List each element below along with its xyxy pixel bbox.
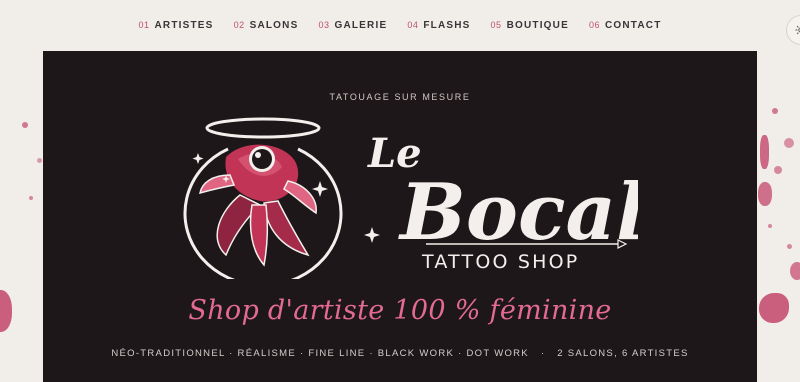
ink-drop-decoration <box>759 293 789 323</box>
nav-item-contact[interactable]: 06 CONTACT <box>589 20 662 31</box>
separator: · <box>536 348 550 359</box>
nav-number: 06 <box>588 19 600 30</box>
nav-label: GALERIE <box>334 19 388 31</box>
hero-eyebrow: TATOUAGE SUR MESURE <box>329 92 471 102</box>
ink-drop-decoration <box>784 138 794 148</box>
ink-drop-decoration <box>774 166 782 174</box>
main-nav: 01 ARTISTES 02 SALONS 03 GALERIE 04 FLAS… <box>0 0 800 50</box>
hero-banner: TATOUAGE SUR MESURE Le Bocal TATTOO SHOP… <box>43 51 757 382</box>
goldfish-bowl-icon <box>183 117 380 279</box>
nav-item-boutique[interactable]: 05 BOUTIQUE <box>491 20 569 31</box>
ink-drop-decoration <box>768 224 772 228</box>
nav-label: BOUTIQUE <box>506 19 569 31</box>
ink-drop-decoration <box>760 135 769 169</box>
nav-item-artistes[interactable]: 01 ARTISTES <box>138 20 213 31</box>
nav-label: CONTACT <box>604 19 662 31</box>
ink-drop-decoration <box>758 182 772 206</box>
nav-label: FLASHS <box>423 19 471 31</box>
nav-number: 03 <box>318 19 330 30</box>
nav-label: ARTISTES <box>154 19 214 31</box>
ink-drop-decoration <box>790 262 800 280</box>
ink-drop-decoration <box>772 108 778 114</box>
nav-number: 04 <box>407 19 419 30</box>
hero-tagline: Shop d'artiste 100 % féminine <box>188 295 612 326</box>
nav-label: SALONS <box>249 19 299 31</box>
ink-drop-decoration <box>29 196 33 200</box>
ink-drop-decoration <box>22 122 28 128</box>
nav-item-salons[interactable]: 02 SALONS <box>234 20 299 31</box>
nav-item-galerie[interactable]: 03 GALERIE <box>318 20 387 31</box>
tattoo-styles: NÉO-TRADITIONNEL · RÉALISME · FINE LINE … <box>111 348 529 359</box>
studio-stats: 2 SALONS, 6 ARTISTES <box>557 348 689 359</box>
logo-subtitle: TATTOO SHOP <box>421 251 579 273</box>
ink-drop-decoration <box>0 290 12 332</box>
ink-drop-decoration <box>787 244 792 249</box>
styles-line: NÉO-TRADITIONNEL · RÉALISME · FINE LINE … <box>43 348 757 359</box>
nav-number: 02 <box>233 19 245 30</box>
brand-logo: Le Bocal TATTOO SHOP <box>183 117 638 279</box>
nav-item-flashs[interactable]: 04 FLASHS <box>407 20 470 31</box>
nav-number: 05 <box>490 19 502 30</box>
sun-icon <box>795 25 800 35</box>
nav-number: 01 <box>138 19 150 30</box>
ink-drop-decoration <box>37 158 42 163</box>
